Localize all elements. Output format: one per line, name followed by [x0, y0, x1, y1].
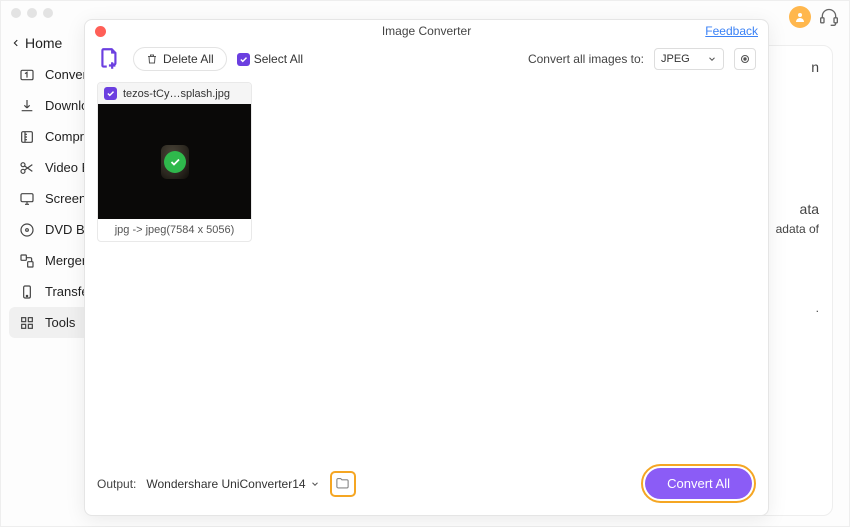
output-path-select[interactable]: Wondershare UniConverter14 [142, 472, 323, 496]
sidebar-item-label: Merger [45, 253, 86, 268]
sidebar-item-label: Tools [45, 315, 75, 330]
bg-heading: ata [800, 201, 819, 217]
compress-icon [19, 129, 35, 145]
convert-to-label: Convert all images to: [528, 52, 644, 66]
chevron-left-icon [11, 38, 21, 48]
traffic-dot[interactable] [11, 8, 21, 18]
modal-titlebar: Image Converter Feedback [85, 20, 768, 40]
merge-icon [19, 253, 35, 269]
success-badge [164, 151, 186, 173]
converter-icon [19, 67, 35, 83]
header-icons [789, 6, 839, 28]
delete-all-label: Delete All [163, 52, 214, 66]
checkbox-checked-icon[interactable] [104, 87, 117, 100]
traffic-dot[interactable] [43, 8, 53, 18]
app-window: Home Converter Downloader Compressor Vid… [0, 0, 850, 527]
file-name: tezos-tCy…splash.jpg [123, 88, 230, 100]
disc-icon [19, 222, 35, 238]
thumbnail-header: tezos-tCy…splash.jpg [98, 83, 251, 104]
check-icon [169, 156, 181, 168]
chevron-down-icon [310, 479, 320, 489]
select-all-label: Select All [254, 52, 303, 66]
format-value: JPEG [661, 53, 690, 65]
back-home[interactable]: Home [11, 35, 62, 51]
traffic-dot[interactable] [27, 8, 37, 18]
file-info: jpg -> jpeg(7584 x 5056) [98, 219, 251, 241]
modal-title: Image Converter [85, 24, 768, 38]
chevron-down-icon [707, 54, 717, 64]
modal-toolbar: Delete All Select All Convert all images… [85, 40, 768, 82]
add-files-button[interactable] [97, 46, 123, 72]
user-icon [794, 11, 806, 23]
modal-body: tezos-tCy…splash.jpg jpg -> jpeg(7584 x … [85, 82, 768, 454]
output-label: Output: [97, 477, 136, 491]
format-select[interactable]: JPEG [654, 48, 724, 70]
modal-footer: Output: Wondershare UniConverter14 Conve… [85, 454, 768, 515]
bg-sub: adata of [776, 222, 819, 236]
settings-button[interactable] [734, 48, 756, 70]
gear-icon [738, 52, 752, 66]
grid-icon [19, 315, 35, 331]
home-label: Home [25, 35, 62, 51]
select-all-checkbox[interactable]: Select All [237, 52, 303, 66]
checkbox-checked-icon [237, 53, 250, 66]
add-file-icon [97, 46, 123, 72]
bg-text: n [811, 59, 819, 75]
output-path-value: Wondershare UniConverter14 [146, 477, 305, 491]
open-folder-button[interactable] [330, 471, 356, 497]
folder-icon [335, 476, 350, 491]
monitor-icon [19, 191, 35, 207]
image-converter-modal: Image Converter Feedback Delete All Sele… [84, 19, 769, 516]
file-thumbnail-card[interactable]: tezos-tCy…splash.jpg jpg -> jpeg(7584 x … [97, 82, 252, 242]
delete-all-button[interactable]: Delete All [133, 47, 227, 71]
headset-icon[interactable] [819, 7, 839, 27]
avatar[interactable] [789, 6, 811, 28]
bg-sub: . [816, 301, 819, 315]
transfer-icon [19, 284, 35, 300]
trash-icon [146, 53, 158, 65]
download-icon [19, 98, 35, 114]
convert-highlight: Convert All [641, 464, 756, 503]
feedback-link[interactable]: Feedback [705, 24, 758, 38]
convert-all-button[interactable]: Convert All [645, 468, 752, 499]
scissors-icon [19, 160, 35, 176]
thumbnail-image [98, 104, 251, 219]
